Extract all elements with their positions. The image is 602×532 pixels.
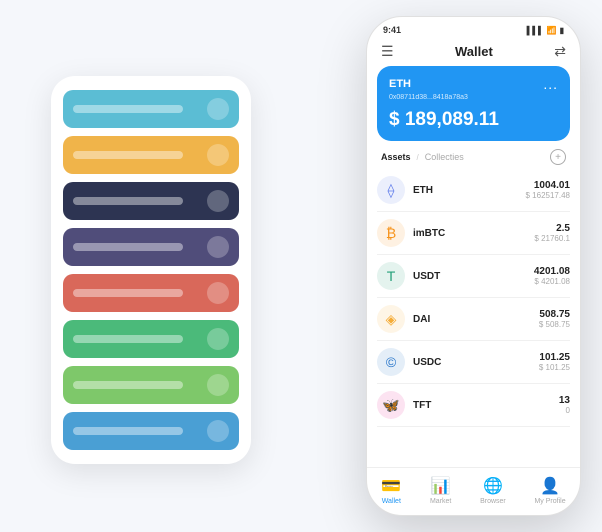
token-usd: $ 162517.48	[526, 191, 571, 200]
nav-icon-2: 🌐	[483, 476, 503, 496]
token-amount: 2.5	[534, 223, 570, 234]
nav-icon-1: 📊	[431, 476, 451, 496]
card-dot	[207, 190, 229, 212]
token-usd: $ 21760.1	[534, 234, 570, 243]
eth-menu-dots[interactable]: ...	[543, 76, 558, 92]
card-item-0	[63, 90, 239, 128]
card-bar	[73, 427, 183, 435]
card-dot	[207, 420, 229, 442]
token-item-dai[interactable]: ◈ DAI 508.75 $ 508.75	[377, 298, 570, 341]
eth-card-top: ETH ...	[389, 76, 558, 92]
card-dot	[207, 236, 229, 258]
token-usd: $ 508.75	[539, 320, 570, 329]
token-amount: 101.25	[539, 352, 570, 363]
token-usd: $ 4201.08	[534, 277, 570, 286]
expand-icon[interactable]: ⇄	[554, 43, 566, 60]
token-amounts-imbtc: 2.5 $ 21760.1	[534, 223, 570, 243]
card-item-6	[63, 366, 239, 404]
token-amounts-dai: 508.75 $ 508.75	[539, 309, 570, 329]
nav-icon-0: 💳	[381, 476, 401, 496]
phone-mockup: 9:41 ▌▌▌ 📶 ▮ ☰ Wallet ⇄ ETH ... 0x08711d…	[366, 16, 581, 516]
card-stack	[51, 76, 251, 464]
token-name-usdc: USDC	[413, 357, 539, 368]
time: 9:41	[383, 25, 401, 35]
assets-tabs: Assets / Collecties	[381, 152, 464, 162]
token-icon-eth: ⟠	[377, 176, 405, 204]
token-item-tft[interactable]: 🦋 TFT 13 0	[377, 384, 570, 427]
card-bar	[73, 105, 183, 113]
token-name-dai: DAI	[413, 314, 539, 325]
card-bar	[73, 381, 183, 389]
token-amount: 508.75	[539, 309, 570, 320]
token-icon-tft: 🦋	[377, 391, 405, 419]
menu-icon[interactable]: ☰	[381, 43, 394, 60]
token-amounts-usdt: 4201.08 $ 4201.08	[534, 266, 570, 286]
card-dot	[207, 374, 229, 396]
token-usd: 0	[559, 406, 570, 415]
token-item-usdt[interactable]: T USDT 4201.08 $ 4201.08	[377, 255, 570, 298]
eth-card: ETH ... 0x08711d38...8418a78a3 $ 189,089…	[377, 66, 570, 141]
card-dot	[207, 282, 229, 304]
eth-label: ETH	[389, 78, 411, 90]
battery-icon: ▮	[560, 26, 564, 35]
nav-icon-3: 👤	[540, 476, 560, 496]
card-item-4	[63, 274, 239, 312]
card-item-2	[63, 182, 239, 220]
card-item-3	[63, 228, 239, 266]
token-amounts-eth: 1004.01 $ 162517.48	[526, 180, 571, 200]
token-name-eth: ETH	[413, 185, 526, 196]
nav-item-my-profile[interactable]: 👤 My Profile	[534, 476, 565, 505]
card-bar	[73, 243, 183, 251]
card-bar	[73, 197, 183, 205]
page-title: Wallet	[455, 44, 493, 59]
card-bar	[73, 289, 183, 297]
token-icon-usdc: ©	[377, 348, 405, 376]
token-amounts-usdc: 101.25 $ 101.25	[539, 352, 570, 372]
token-amounts-tft: 13 0	[559, 395, 570, 415]
token-icon-usdt: T	[377, 262, 405, 290]
phone-header: ☰ Wallet ⇄	[367, 39, 580, 66]
status-icons: ▌▌▌ 📶 ▮	[527, 26, 564, 35]
assets-header: Assets / Collecties +	[367, 141, 580, 169]
card-item-7	[63, 412, 239, 450]
nav-label-3: My Profile	[534, 498, 565, 505]
card-item-1	[63, 136, 239, 174]
tab-assets[interactable]: Assets	[381, 152, 411, 162]
card-item-5	[63, 320, 239, 358]
nav-label-0: Wallet	[382, 498, 401, 505]
nav-item-wallet[interactable]: 💳 Wallet	[381, 476, 401, 505]
status-bar: 9:41 ▌▌▌ 📶 ▮	[367, 17, 580, 39]
nav-label-2: Browser	[480, 498, 506, 505]
token-icon-imbtc: ₿	[377, 219, 405, 247]
token-list: ⟠ ETH 1004.01 $ 162517.48 ₿ imBTC 2.5 $ …	[367, 169, 580, 467]
token-amount: 4201.08	[534, 266, 570, 277]
card-dot	[207, 144, 229, 166]
token-icon-dai: ◈	[377, 305, 405, 333]
token-name-usdt: USDT	[413, 271, 534, 282]
eth-address: 0x08711d38...8418a78a3	[389, 94, 558, 101]
nav-label-1: Market	[430, 498, 451, 505]
token-item-imbtc[interactable]: ₿ imBTC 2.5 $ 21760.1	[377, 212, 570, 255]
add-asset-button[interactable]: +	[550, 149, 566, 165]
card-dot	[207, 98, 229, 120]
card-dot	[207, 328, 229, 350]
signal-icon: ▌▌▌	[527, 26, 544, 35]
token-amount: 1004.01	[526, 180, 571, 191]
nav-item-browser[interactable]: 🌐 Browser	[480, 476, 506, 505]
token-item-usdc[interactable]: © USDC 101.25 $ 101.25	[377, 341, 570, 384]
token-name-tft: TFT	[413, 400, 559, 411]
token-item-eth[interactable]: ⟠ ETH 1004.01 $ 162517.48	[377, 169, 570, 212]
card-bar	[73, 335, 183, 343]
wifi-icon: 📶	[547, 26, 557, 35]
card-bar	[73, 151, 183, 159]
token-usd: $ 101.25	[539, 363, 570, 372]
token-amount: 13	[559, 395, 570, 406]
token-name-imbtc: imBTC	[413, 228, 534, 239]
nav-item-market[interactable]: 📊 Market	[430, 476, 451, 505]
eth-balance: $ 189,089.11	[389, 109, 558, 131]
tab-collecties[interactable]: Collecties	[425, 152, 464, 162]
tab-divider: /	[417, 153, 419, 162]
bottom-nav: 💳 Wallet 📊 Market 🌐 Browser 👤 My Profile	[367, 467, 580, 515]
